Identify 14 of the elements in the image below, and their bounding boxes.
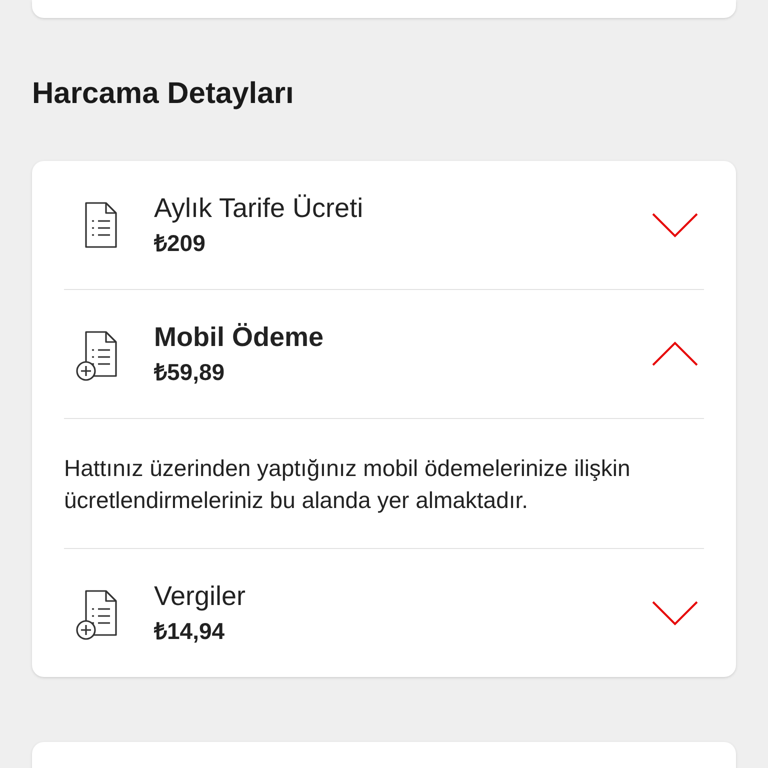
expense-amount: ₺209 [154, 229, 206, 258]
expense-title: Vergiler [154, 580, 247, 612]
chevron-down-icon[interactable] [652, 212, 698, 238]
expense-amount: ₺14,94 [154, 617, 226, 646]
expense-row[interactable]: Mobil Ödeme ₺59,89 [64, 290, 704, 418]
expense-title: Aylık Tarife Ücreti [154, 192, 364, 224]
expense-row[interactable]: Vergiler ₺14,94 [64, 549, 704, 677]
chevron-down-icon[interactable] [652, 600, 698, 626]
chevron-up-icon[interactable] [652, 341, 698, 367]
expense-title: Mobil Ödeme [154, 321, 325, 353]
section-title: Harcama Detayları [32, 76, 295, 112]
expense-description: Hattınız üzerinden yaptığınız mobil ödemelerinize ilişkin ücretlendirmeleriniz bu alanda yer almaktadır. [64, 454, 632, 515]
expense-amount: ₺59,89 [154, 358, 226, 387]
expense-row[interactable]: Aylık Tarife Ücreti ₺209 [64, 161, 704, 289]
